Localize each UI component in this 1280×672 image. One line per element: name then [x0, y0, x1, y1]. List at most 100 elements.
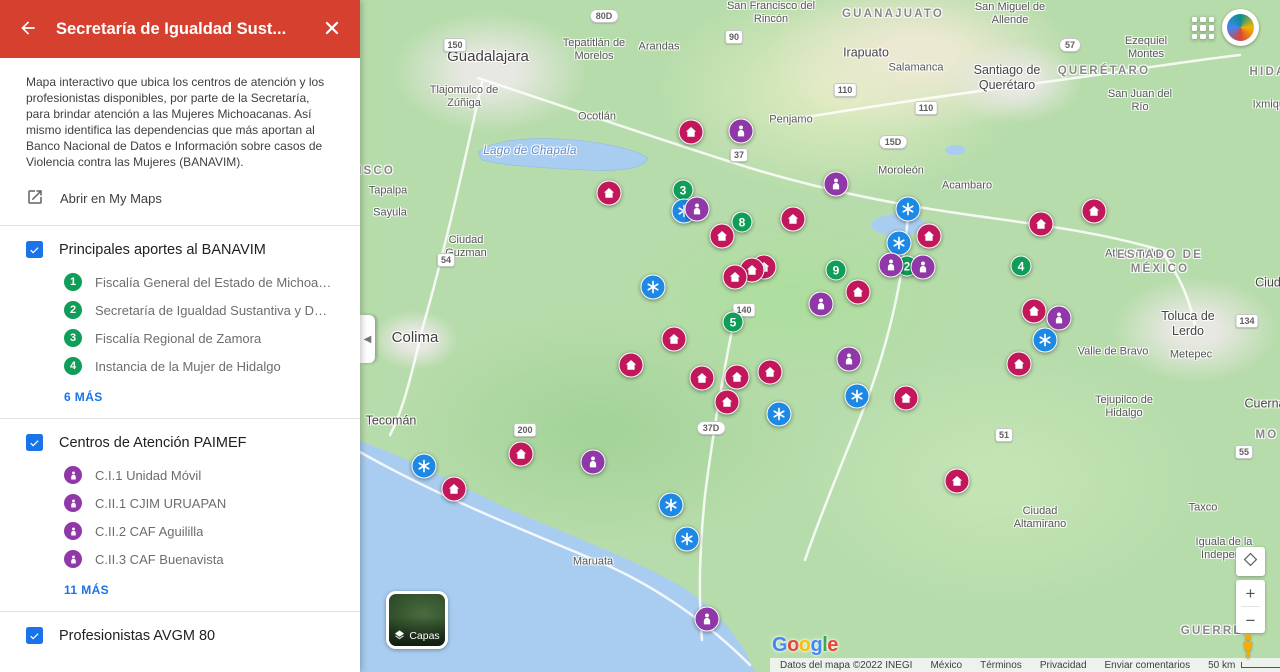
map-attribution: Datos del mapa ©2022 INEGI México Términ…	[770, 658, 1280, 672]
map-marker-asterisk[interactable]	[767, 402, 792, 427]
map-marker-person[interactable]	[879, 253, 904, 278]
layer-checkbox-paimef[interactable]	[26, 434, 43, 451]
attribution-country[interactable]: México	[930, 660, 962, 671]
legend-item[interactable]: C.II.3 CAF Buenavista	[0, 545, 360, 573]
numbered-marker-icon: 2	[64, 301, 82, 319]
zoom-in-button[interactable]: +	[1236, 580, 1265, 606]
show-more-link-banavim[interactable]: 6 MÁS	[0, 380, 360, 418]
layers-icon	[394, 629, 405, 643]
map-marker-number[interactable]: 5	[723, 312, 744, 333]
close-button[interactable]: ✕	[318, 15, 346, 43]
map-marker-asterisk[interactable]	[659, 493, 684, 518]
google-logo: Google	[772, 634, 838, 657]
legend-list-paimef: C.I.1 Unidad Móvil C.II.1 CJIM URUAPAN C.I…	[0, 457, 360, 573]
map-marker-house[interactable]	[679, 120, 704, 145]
zoom-controls: + −	[1236, 580, 1265, 633]
attribution-privacy-link[interactable]: Privacidad	[1040, 660, 1087, 671]
layer-checkbox-banavim[interactable]	[26, 241, 43, 258]
map-description: Mapa interactivo que ubica los centros d…	[0, 74, 360, 170]
map-marker-house[interactable]	[1029, 212, 1054, 237]
open-in-mymaps-label: Abrir en My Maps	[60, 191, 162, 206]
numbered-marker-icon: 1	[64, 273, 82, 291]
map-marker-house[interactable]	[1007, 352, 1032, 377]
map-marker-number[interactable]: 8	[732, 212, 753, 233]
map-marker-person[interactable]	[685, 197, 710, 222]
legend-list-banavim: 1 Fiscalía General del Estado de Michoacá…	[0, 264, 360, 380]
map-marker-house[interactable]	[781, 207, 806, 232]
map-marker-person[interactable]	[581, 450, 606, 475]
layers-button-label: Capas	[409, 630, 439, 642]
layer-section-banavim: Principales aportes al BANAVIM 1 Fiscalía…	[0, 226, 360, 419]
map-marker-house[interactable]	[715, 390, 740, 415]
attribution-feedback-link[interactable]: Enviar comentarios	[1105, 660, 1191, 671]
map-marker-house[interactable]	[846, 280, 871, 305]
person-marker-icon	[64, 466, 82, 484]
show-more-link-paimef[interactable]: 11 MÁS	[0, 573, 360, 611]
open-in-mymaps-link[interactable]: Abrir en My Maps	[0, 170, 360, 225]
map-marker-house[interactable]	[758, 360, 783, 385]
google-apps-icon[interactable]	[1192, 17, 1214, 39]
legend-item-label: C.I.1 Unidad Móvil	[95, 468, 201, 483]
my-maps-app: Secretaría de Igualdad Sust... ✕ Mapa in…	[0, 0, 1280, 672]
map-marker-asterisk[interactable]	[412, 454, 437, 479]
layers-button[interactable]: Capas	[386, 591, 448, 649]
map-marker-house[interactable]	[442, 477, 467, 502]
map-marker-house[interactable]	[723, 265, 748, 290]
layer-section-profesionistas: Profesionistas AVGM 80	[0, 612, 360, 654]
map-marker-house[interactable]	[945, 469, 970, 494]
map-marker-number[interactable]: 4	[1011, 256, 1032, 277]
map-marker-house[interactable]	[1082, 199, 1107, 224]
legend-list-profesionistas	[0, 650, 360, 654]
legend-item-label: Fiscalía General del Estado de Michoacán	[95, 275, 334, 290]
map-marker-person[interactable]	[1047, 306, 1072, 331]
layer-title: Principales aportes al BANAVIM	[59, 242, 266, 258]
map-marker-asterisk[interactable]	[896, 197, 921, 222]
pegman-icon[interactable]	[1240, 633, 1256, 664]
legend-item[interactable]: 2Secretaría de Igualdad Sustantiva y Des…	[0, 296, 360, 324]
legend-item[interactable]: C.II.1 CJIM URUAPAN	[0, 489, 360, 517]
map-marker-house[interactable]	[619, 353, 644, 378]
map-marker-house[interactable]	[597, 181, 622, 206]
map-marker-house[interactable]	[917, 224, 942, 249]
attribution-terms-link[interactable]: Términos	[980, 660, 1022, 671]
account-avatar[interactable]	[1222, 9, 1259, 46]
map-marker-house[interactable]	[710, 224, 735, 249]
numbered-marker-icon: 3	[64, 329, 82, 347]
map-marker-house[interactable]	[690, 366, 715, 391]
attribution-data: Datos del mapa ©2022 INEGI	[780, 660, 912, 671]
map-marker-house[interactable]	[662, 327, 687, 352]
zoom-out-button[interactable]: −	[1236, 607, 1265, 633]
map-terrain	[360, 0, 1280, 672]
map-marker-house[interactable]	[725, 365, 750, 390]
map-marker-person[interactable]	[911, 255, 936, 280]
map-marker-person[interactable]	[729, 119, 754, 144]
map-marker-house[interactable]	[894, 386, 919, 411]
map-marker-house[interactable]	[509, 442, 534, 467]
layer-title: Centros de Atención PAIMEF	[59, 435, 247, 451]
map-scale-label: 50 km	[1208, 660, 1235, 671]
legend-item[interactable]: C.I.1 Unidad Móvil	[0, 461, 360, 489]
map-marker-person[interactable]	[695, 607, 720, 632]
map-marker-person[interactable]	[837, 347, 862, 372]
map-marker-house[interactable]	[1022, 299, 1047, 324]
legend-item-label: C.II.3 CAF Buenavista	[95, 552, 224, 567]
map-canvas[interactable]: GuadalajaraTlajomulco de ZúñigaTepatitlá…	[360, 0, 1280, 672]
legend-item[interactable]: 3 Fiscalía Regional de Zamora	[0, 324, 360, 352]
map-marker-person[interactable]	[809, 292, 834, 317]
legend-item[interactable]: 1 Fiscalía General del Estado de Michoacá…	[0, 268, 360, 296]
sidebar-collapse-button[interactable]: ◀	[360, 315, 375, 363]
back-button[interactable]	[14, 15, 42, 43]
legend-item-label: C.II.2 CAF Aguililla	[95, 524, 203, 539]
map-marker-asterisk[interactable]	[675, 527, 700, 552]
map-marker-asterisk[interactable]	[845, 384, 870, 409]
legend-item[interactable]: C.II.2 CAF Aguililla	[0, 517, 360, 545]
map-marker-asterisk[interactable]	[641, 275, 666, 300]
layer-checkbox-profesionistas[interactable]	[26, 627, 43, 644]
map-marker-number[interactable]: 9	[826, 260, 847, 281]
map-marker-asterisk[interactable]	[1033, 328, 1058, 353]
legend-item-label: Fiscalía Regional de Zamora	[95, 331, 261, 346]
avatar-logo	[1227, 14, 1254, 41]
legend-item[interactable]: 4Instancia de la Mujer de Hidalgo	[0, 352, 360, 380]
compass-button[interactable]	[1236, 547, 1265, 576]
map-marker-person[interactable]	[824, 172, 849, 197]
